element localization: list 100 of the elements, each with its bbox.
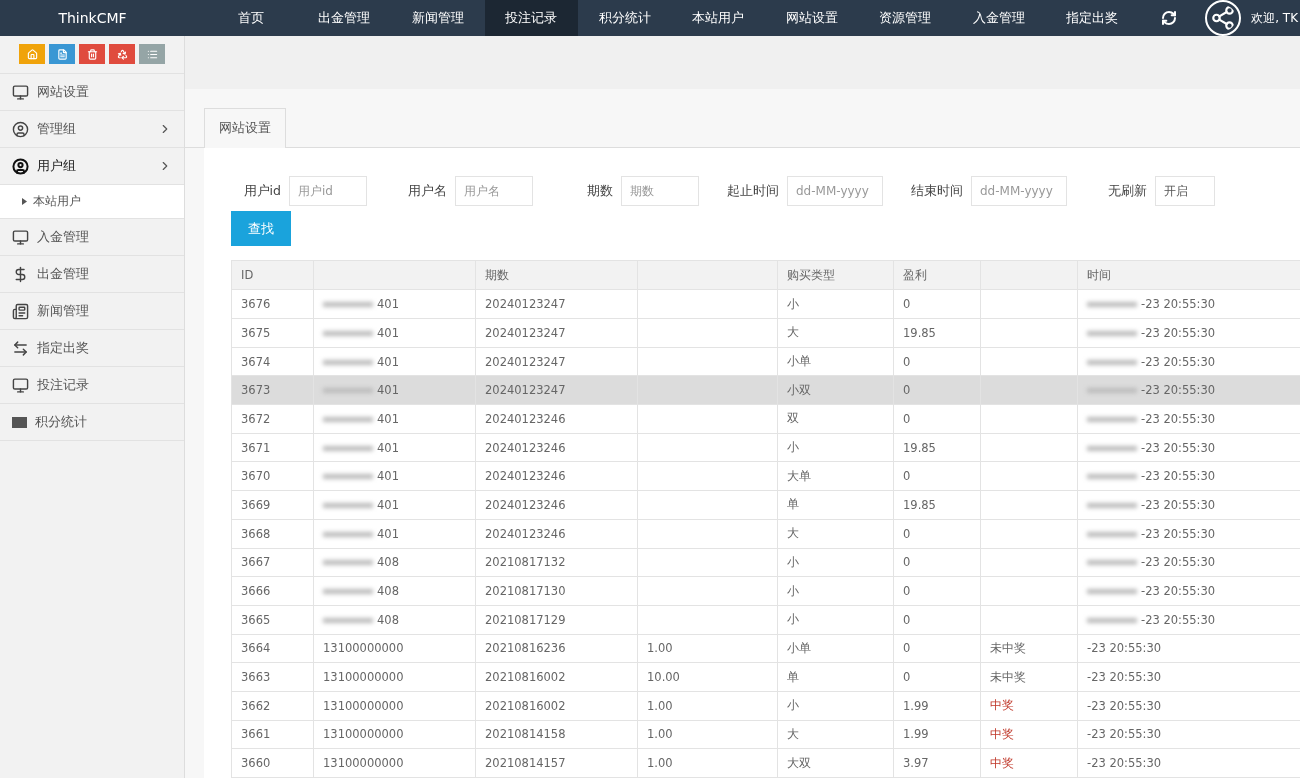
sidebar-label: 网站设置 [37,83,90,101]
sidebar-item[interactable]: 出金管理 [0,256,184,293]
shortcut-button[interactable] [79,44,105,64]
table-cell: 401 [377,325,399,340]
table-cell: 3666 [241,584,271,599]
table-cell: 13100000000 [323,756,404,771]
filter-label: 结束时间 [910,182,963,200]
table-cell: 20210814157 [485,756,566,771]
sidebar-item[interactable]: 积分统计 [0,404,184,441]
nav-item[interactable]: 入金管理 [952,0,1046,36]
nav-item[interactable]: 首页 [204,0,298,36]
table-cell: 20240123246 [485,440,566,455]
sidebar-item[interactable]: 指定出奖 [0,330,184,367]
column-header: 时间 [1077,260,1300,290]
nav-item[interactable]: 指定出奖 [1045,0,1139,36]
table-cell: -23 20:55:30 [1087,756,1162,771]
table-cell: 3661 [241,727,271,742]
sidebar-item[interactable]: 新闻管理 [0,293,184,330]
brand-logo[interactable]: ThinkCMF [0,10,185,26]
table-cell: 大 [787,726,799,741]
nav-item[interactable]: 网站设置 [765,0,859,36]
table-row[interactable]: 3669 401 20240123246 单 19.85 -23 20:55:30 [231,490,1300,520]
input-field[interactable]: dd-MM-yyyy [787,176,883,207]
table-row[interactable]: 3667 408 20210817132 小 0 -23 20:55:30 [231,548,1300,577]
table-row[interactable]: 3673 401 20240123247 小双 0 -23 20:55:30 [231,375,1300,405]
user-icon [12,120,29,138]
sidebar-item[interactable]: 投注记录 [0,367,184,404]
table-cell: 小双 [787,382,811,397]
tab[interactable]: 网站设置 [204,108,286,149]
shortcut-button[interactable] [49,44,75,64]
table-cell: 3.97 [903,756,929,771]
table-row[interactable]: 3666 408 20210817130 小 0 -23 20:55:30 [231,576,1300,606]
table-row[interactable]: 3674 401 20240123247 小单 0 -23 20:55:30 [231,347,1300,376]
select-field[interactable]: 开启 [1155,176,1215,207]
table-row[interactable]: 3663 13100000000 20210816002 10.00 单 0 未中奖 -23 20:55:30 [231,662,1300,692]
filter-label: 期数 [586,182,613,200]
list-icon [146,48,158,60]
refresh-icon[interactable] [1161,10,1178,26]
table-cell: 13100000000 [323,698,404,713]
table-cell: -23 20:55:30 [1087,727,1162,742]
table-cell: 3668 [241,526,271,541]
sidebar-item[interactable]: 管理组 [0,111,184,148]
input-field[interactable]: 用户名 [455,176,533,207]
shortcut-button[interactable] [19,44,45,64]
table-cell: 10.00 [647,670,680,685]
table-row[interactable]: 3662 13100000000 20210816002 1.00 小 1.99 中奖 -23 20:55:30 [231,691,1300,721]
nav-item[interactable]: 积分统计 [578,0,672,36]
table-cell: 中奖 [990,726,1014,741]
table-cell: 20210817132 [485,555,566,570]
table-cell: 小单 [787,640,811,655]
table-row[interactable]: 3665 408 20210817129 小 0 -23 20:55:30 [231,605,1300,635]
table-cell: 3669 [241,497,271,512]
table-row[interactable]: 3670 401 20240123246 大单 0 -23 20:55:30 [231,461,1300,491]
table-cell: -23 20:55:30 [1141,497,1216,512]
table-cell: 401 [377,383,399,398]
table-row[interactable]: 3671 401 20240123246 小 19.85 -23 20:55:30 [231,433,1300,462]
table-cell: 20240123247 [485,325,566,340]
table-cell: 3673 [241,383,271,398]
table-cell: 中奖 [990,755,1014,770]
monitor-icon [12,83,29,101]
nav-item[interactable]: 资源管理 [858,0,952,36]
input-field[interactable]: 用户id [289,176,367,207]
table-row[interactable]: 3668 401 20240123246 大 0 -23 20:55:30 [231,519,1300,548]
table-row[interactable]: 3664 13100000000 20210816236 1.00 小单 0 未中奖 -23 20:55:30 [231,634,1300,663]
input-field[interactable]: dd-MM-yyyy [971,176,1067,207]
table-row[interactable]: 3661 13100000000 20210814158 1.00 大 1.99 中奖 -23 20:55:30 [231,720,1300,749]
sidebar-item[interactable]: 网站设置 [0,74,184,111]
sidebar-label: 投注记录 [37,376,90,394]
nav-item[interactable]: 本站用户 [671,0,765,36]
caret-icon [22,198,27,205]
sidebar-subitem[interactable]: 本站用户 [0,185,184,219]
table-cell: 未中奖 [990,640,1026,655]
shortcut-button[interactable] [139,44,165,64]
table-cell: 0 [903,383,911,398]
nav-item[interactable]: 投注记录 [484,0,578,36]
table-cell: 大 [787,325,799,340]
table-cell: 19.85 [903,497,936,512]
nav-item[interactable]: 新闻管理 [391,0,485,36]
table-row[interactable]: 3676 401 20240123247 小 0 -23 20:55:30 [231,289,1300,319]
table-cell: 20210817130 [485,584,566,599]
table-cell: 大单 [787,468,811,483]
sidebar-item[interactable]: 入金管理 [0,219,184,256]
table-cell: 20240123246 [485,411,566,426]
table-row[interactable]: 3675 401 20240123247 大 19.85 -23 20:55:30 [231,318,1300,348]
table-cell: 20210817129 [485,612,566,627]
table-cell: -23 20:55:30 [1087,698,1162,713]
column-header: 盈利 [893,260,981,290]
table-cell: -23 20:55:30 [1141,325,1216,340]
nav-item[interactable]: 出金管理 [297,0,391,36]
table-cell: 小单 [787,354,811,369]
shortcut-button[interactable] [109,44,135,64]
table-row[interactable]: 3672 401 20240123246 双 0 -23 20:55:30 [231,404,1300,434]
file-icon [56,48,68,60]
table-cell: 0 [903,670,911,685]
input-field[interactable]: 期数 [621,176,699,207]
sidebar-label: 出金管理 [37,265,90,283]
table-cell: 401 [377,497,399,512]
table-row[interactable]: 3660 13100000000 20210814157 1.00 大双 3.97 中奖 -23 20:55:30 [231,748,1300,778]
trash-icon [86,48,98,60]
table-cell: 20240123246 [485,526,566,541]
